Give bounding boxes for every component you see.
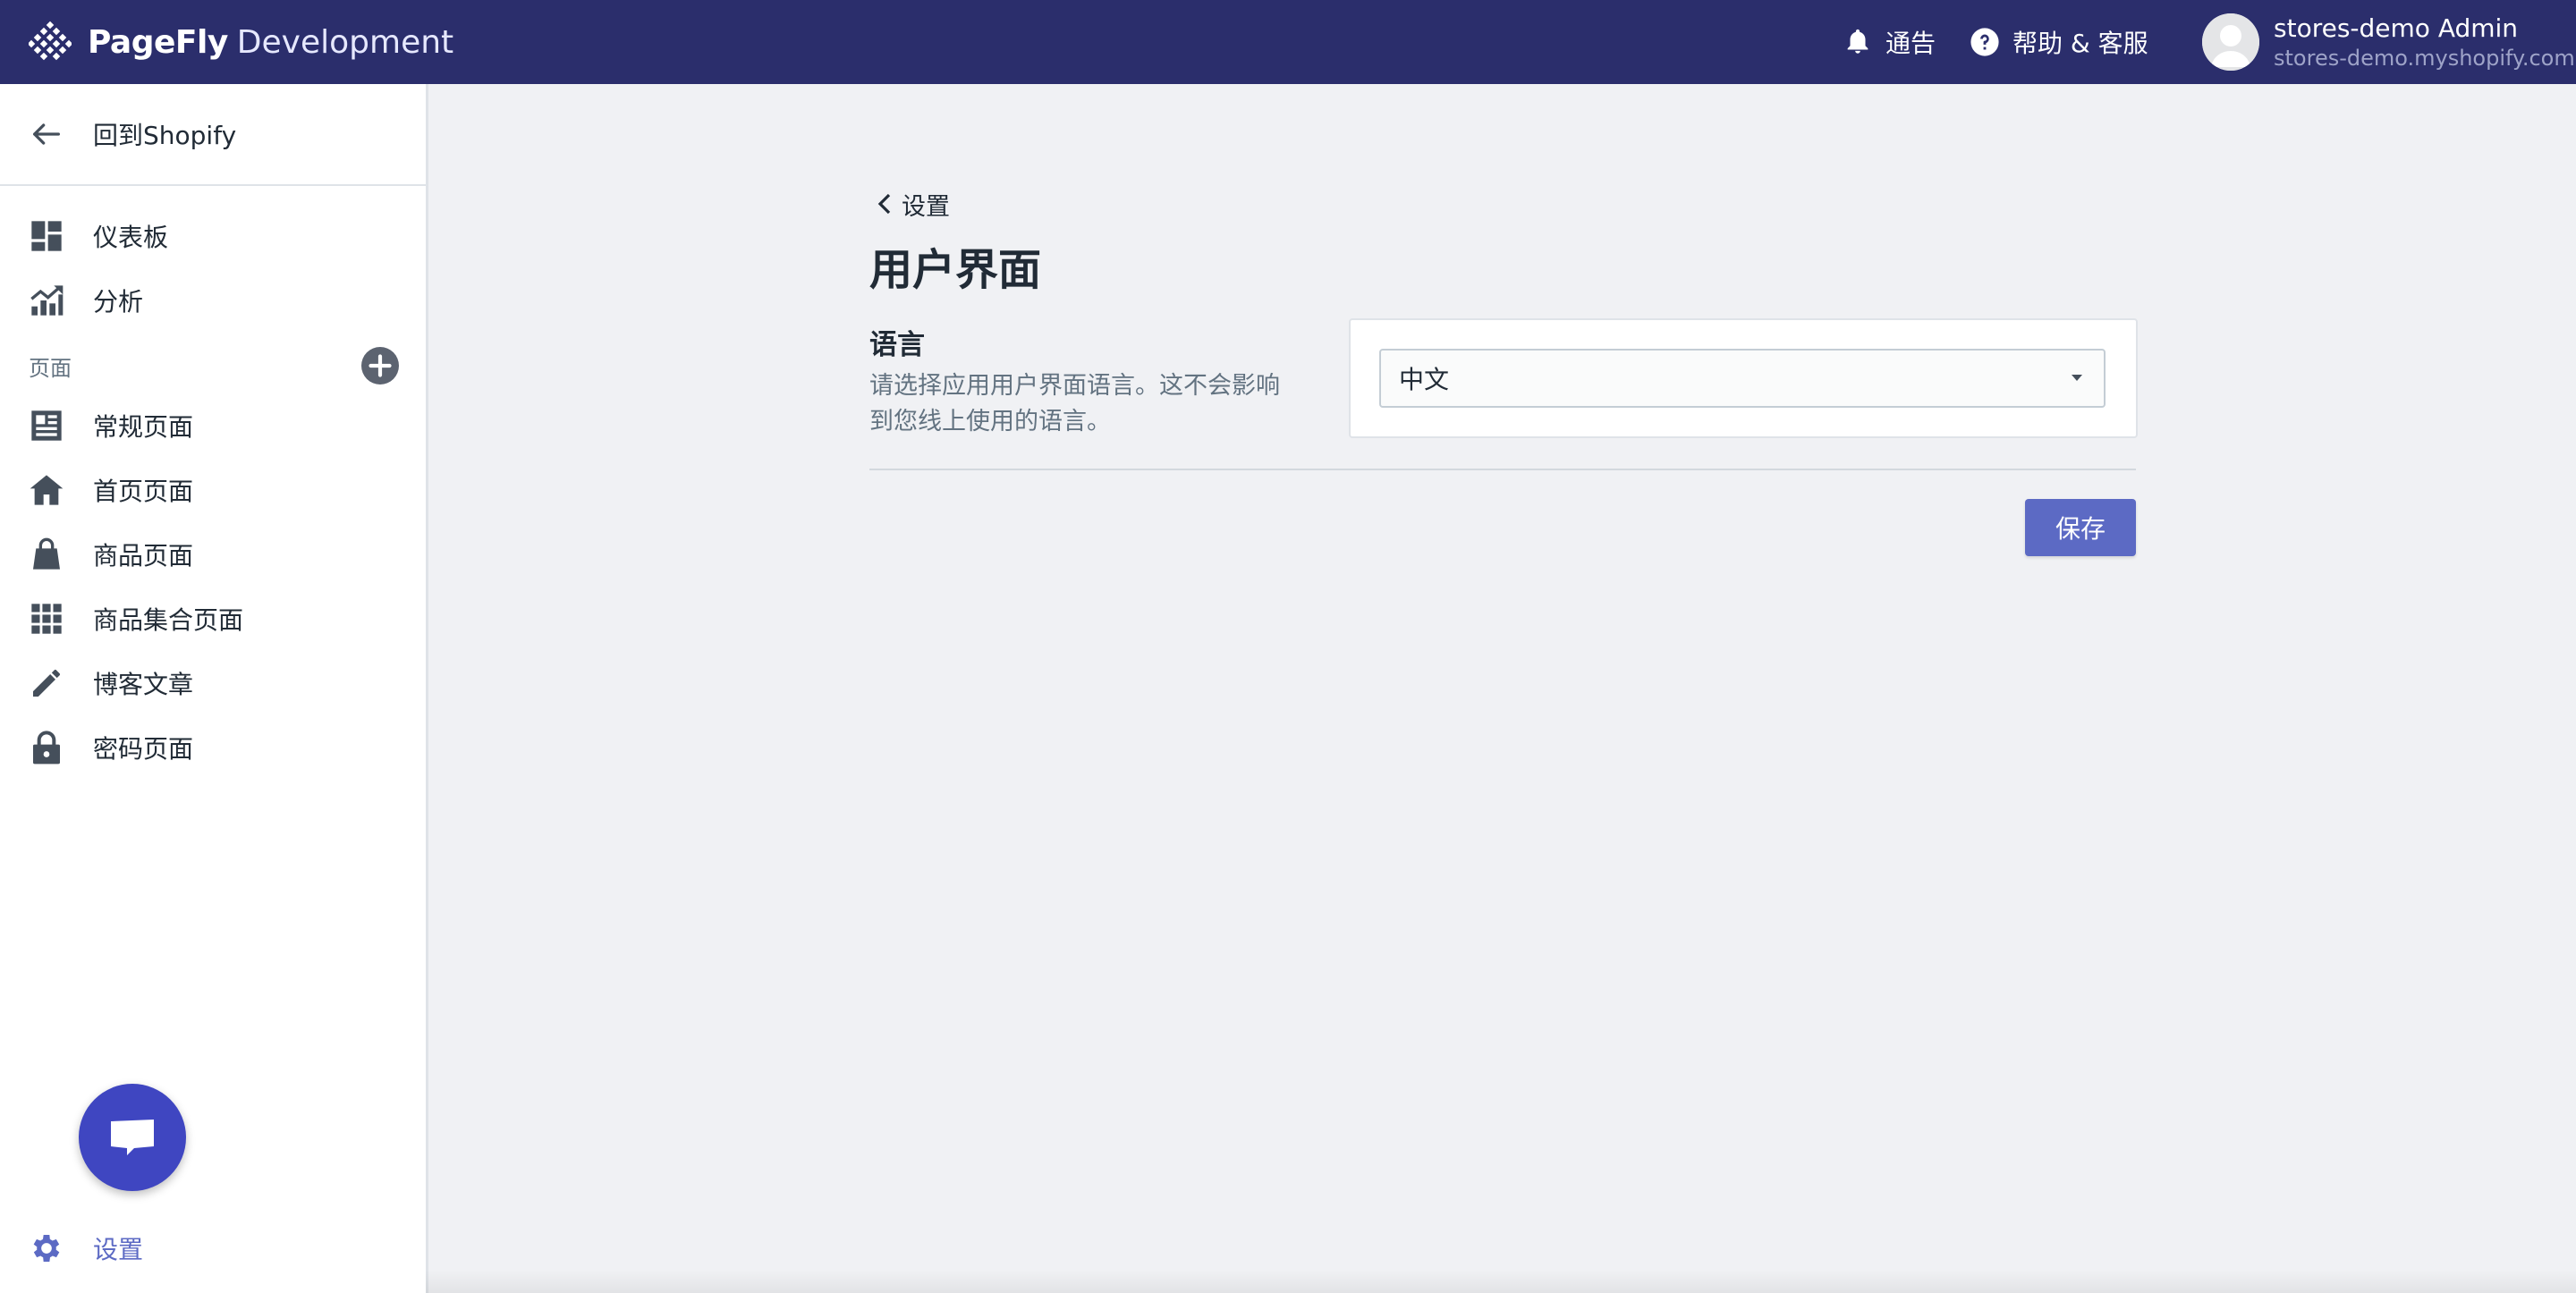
arrow-left-icon (33, 123, 61, 145)
lock-icon (33, 731, 60, 765)
user-avatar-icon (2202, 13, 2259, 71)
sidebar-item-collection-page[interactable]: 商品集合页面 (0, 592, 426, 646)
add-page-icon[interactable] (361, 347, 399, 385)
top-bar: PageFly Development 通告 帮助 & 客服 stores-de… (0, 0, 2576, 84)
sidebar-item-label: 分析 (93, 287, 144, 317)
sidebar-item-blog-post[interactable]: 博客文章 (0, 656, 426, 710)
save-button[interactable]: 保存 (2025, 499, 2136, 556)
caret-down-icon (2072, 375, 2082, 381)
sidebar-item-label: 密码页面 (93, 734, 194, 764)
sidebar-item-password-page[interactable]: 密码页面 (0, 721, 426, 774)
sidebar-item-label: 设置 (93, 1235, 144, 1264)
grid-icon (31, 604, 62, 634)
user-domain: stores-demo.myshopify.com (2274, 46, 2575, 71)
dashboard-icon (31, 221, 62, 251)
sidebar-item-label: 商品集合页面 (93, 605, 244, 635)
user-name: stores-demo Admin (2274, 13, 2519, 43)
sidebar-item-settings[interactable]: 设置 (0, 1221, 426, 1275)
language-select-value: 中文 (1399, 365, 1450, 394)
sidebar-item-label: 博客文章 (93, 670, 194, 699)
language-section-title: 语言 (869, 329, 925, 361)
avatar (2202, 13, 2259, 71)
sidebar-item-dashboard[interactable]: 仪表板 (0, 209, 426, 263)
pagefly-logo-icon (29, 21, 72, 61)
breadcrumb-label: 设置 (902, 192, 950, 221)
divider (869, 469, 2136, 470)
bottom-shadow (426, 1270, 2576, 1293)
sidebar-item-home-page[interactable]: 首页页面 (0, 463, 426, 517)
page-icon (31, 410, 62, 441)
question-circle-icon (1970, 28, 1999, 56)
analytics-icon (30, 285, 64, 316)
chat-button[interactable] (79, 1084, 186, 1191)
bag-icon (33, 537, 60, 570)
home-icon (30, 475, 64, 505)
chevron-left-icon (877, 193, 891, 215)
sidebar-item-product-page[interactable]: 商品页面 (0, 528, 426, 581)
gear-icon (33, 1235, 60, 1262)
user-menu[interactable]: stores-demo Admin stores-demo.myshopify.… (2202, 11, 2575, 73)
language-select[interactable]: 中文 (1379, 349, 2106, 408)
notice-label: 通告 (1885, 29, 1936, 58)
help-button[interactable]: 帮助 & 客服 (1970, 21, 2148, 63)
sidebar-item-label: 仪表板 (93, 223, 169, 252)
back-label: 回到Shopify (93, 121, 237, 150)
chat-bubble-icon (111, 1120, 154, 1155)
bell-icon (1847, 29, 1868, 54)
sidebar-item-analytics[interactable]: 分析 (0, 274, 426, 327)
pencil-icon (33, 670, 60, 697)
sidebar-item-label: 常规页面 (93, 412, 194, 442)
language-card: 中文 (1349, 318, 2138, 438)
language-section-description: 请选择应用用户界面语言。这不会影响到您线上使用的语言。 (869, 372, 1280, 435)
help-label: 帮助 & 客服 (2012, 29, 2148, 58)
sidebar: 回到Shopify 仪表板 分析 页面 常规页面 首页页面 商品页面 商品集合页… (0, 84, 428, 1293)
sidebar-item-label: 首页页面 (93, 477, 194, 506)
notice-button[interactable]: 通告 (1843, 21, 1936, 63)
sidebar-item-regular-page[interactable]: 常规页面 (0, 399, 426, 452)
pages-section-label: 页面 (29, 356, 72, 381)
sidebar-item-label: 商品页面 (93, 541, 194, 570)
breadcrumb[interactable]: 设置 (877, 186, 950, 222)
brand-suffix: Development (236, 23, 454, 61)
brand-name: PageFly (88, 23, 228, 61)
back-to-shopify[interactable]: 回到Shopify (0, 84, 426, 186)
brand[interactable]: PageFly Development (29, 18, 453, 66)
page-title: 用户界面 (869, 245, 1042, 295)
